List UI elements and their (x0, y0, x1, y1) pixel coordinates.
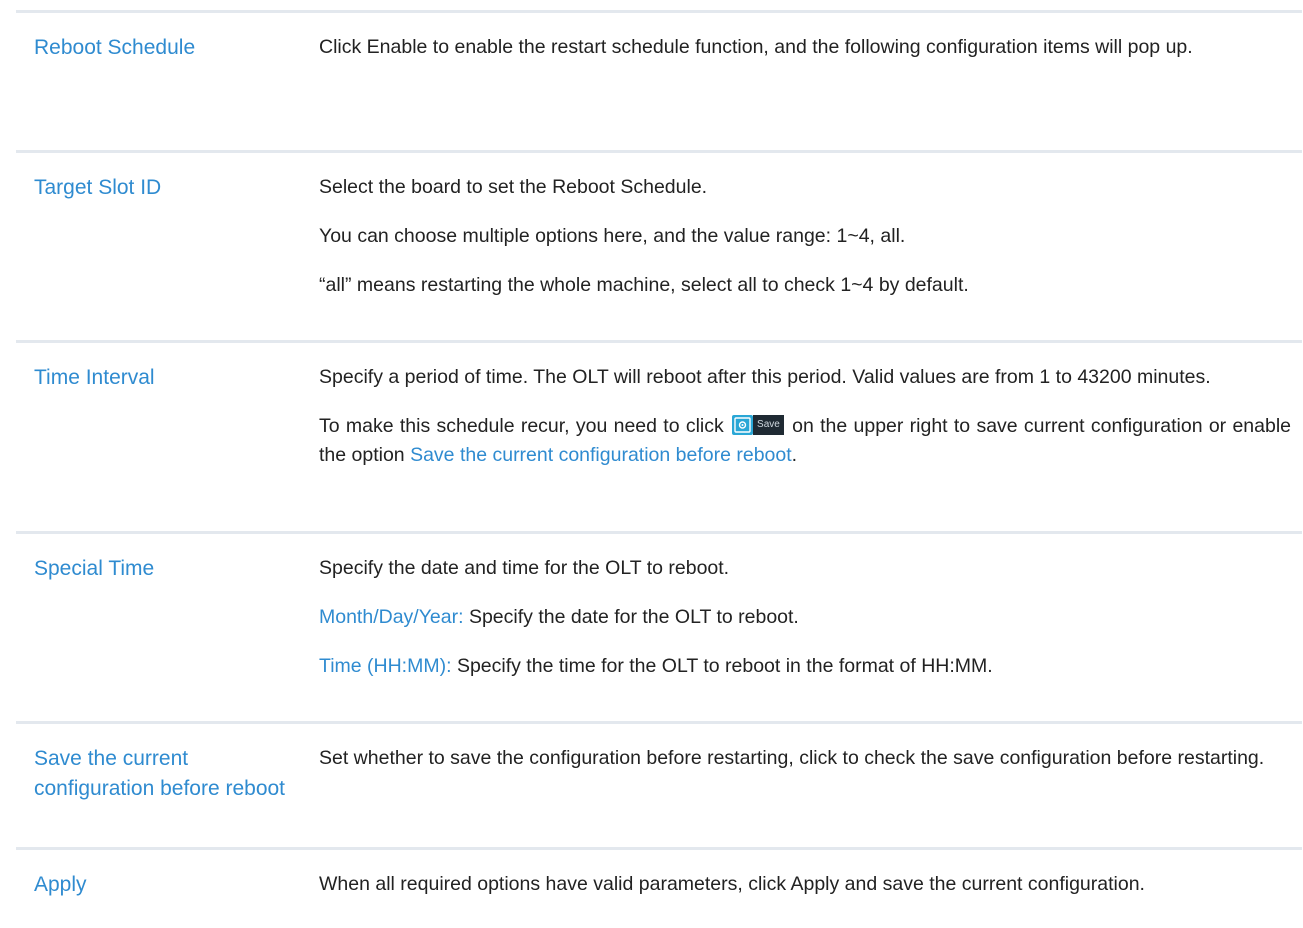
description-text: To make this schedule recur, you need to… (319, 412, 1291, 470)
description-text: Set whether to save the configuration be… (319, 747, 1265, 769)
term-special-time: Special Time (34, 557, 155, 580)
term-apply: Apply (34, 873, 87, 896)
parameter-table: Reboot Schedule Click Enable to enable t… (16, 10, 1302, 927)
term-reboot-schedule: Reboot Schedule (34, 36, 196, 59)
table-row: Time Interval Specify a period of time. … (16, 340, 1302, 531)
date-field-text: Specify the date for the OLT to reboot. (468, 606, 799, 628)
time-field-label: Time (HH:MM): (319, 655, 452, 677)
time-field-text: Specify the time for the OLT to reboot i… (456, 655, 993, 677)
table-row: Target Slot ID Select the board to set t… (16, 150, 1302, 340)
date-field-label: Month/Day/Year: (319, 606, 464, 628)
table-row: Save the current configuration before re… (16, 721, 1302, 847)
save-label: Save (753, 415, 784, 435)
table-row: Special Time Specify the date and time f… (16, 531, 1302, 721)
description: Specify a period of time. The OLT will r… (318, 343, 1302, 531)
description-text: Time (HH:MM): Specify the time for the O… (319, 652, 1291, 681)
option-reference-link: Save the current configuration before re… (410, 444, 792, 466)
description-text: You can choose multiple options here, an… (319, 225, 906, 247)
term-target-slot-id: Target Slot ID (34, 176, 162, 199)
description: Select the board to set the Reboot Sched… (318, 153, 1302, 340)
description: Set whether to save the configuration be… (318, 724, 1302, 847)
term-save-before-reboot: Save the current configuration before re… (34, 747, 286, 800)
save-button-illustration: Save (732, 414, 784, 436)
description: Specify the date and time for the OLT to… (318, 534, 1302, 721)
table-row: Reboot Schedule Click Enable to enable t… (16, 10, 1302, 150)
description-text: Click Enable to enable the restart sched… (319, 36, 1193, 58)
description-text: “all” means restarting the whole machine… (319, 274, 969, 296)
description-text: Select the board to set the Reboot Sched… (319, 176, 708, 198)
text-segment: To make this schedule recur, you need to… (319, 415, 724, 437)
description-text: Month/Day/Year: Specify the date for the… (319, 603, 1291, 632)
term-time-interval: Time Interval (34, 366, 155, 389)
description-text: Specify the date and time for the OLT to… (319, 557, 730, 579)
table-row: Apply When all required options have val… (16, 847, 1302, 927)
text-segment: . (791, 444, 798, 466)
description: When all required options have valid par… (318, 850, 1302, 927)
description-text: When all required options have valid par… (319, 873, 1145, 895)
description: Click Enable to enable the restart sched… (318, 13, 1302, 150)
save-config-icon (732, 415, 754, 435)
description-text: Specify a period of time. The OLT will r… (319, 366, 1211, 388)
